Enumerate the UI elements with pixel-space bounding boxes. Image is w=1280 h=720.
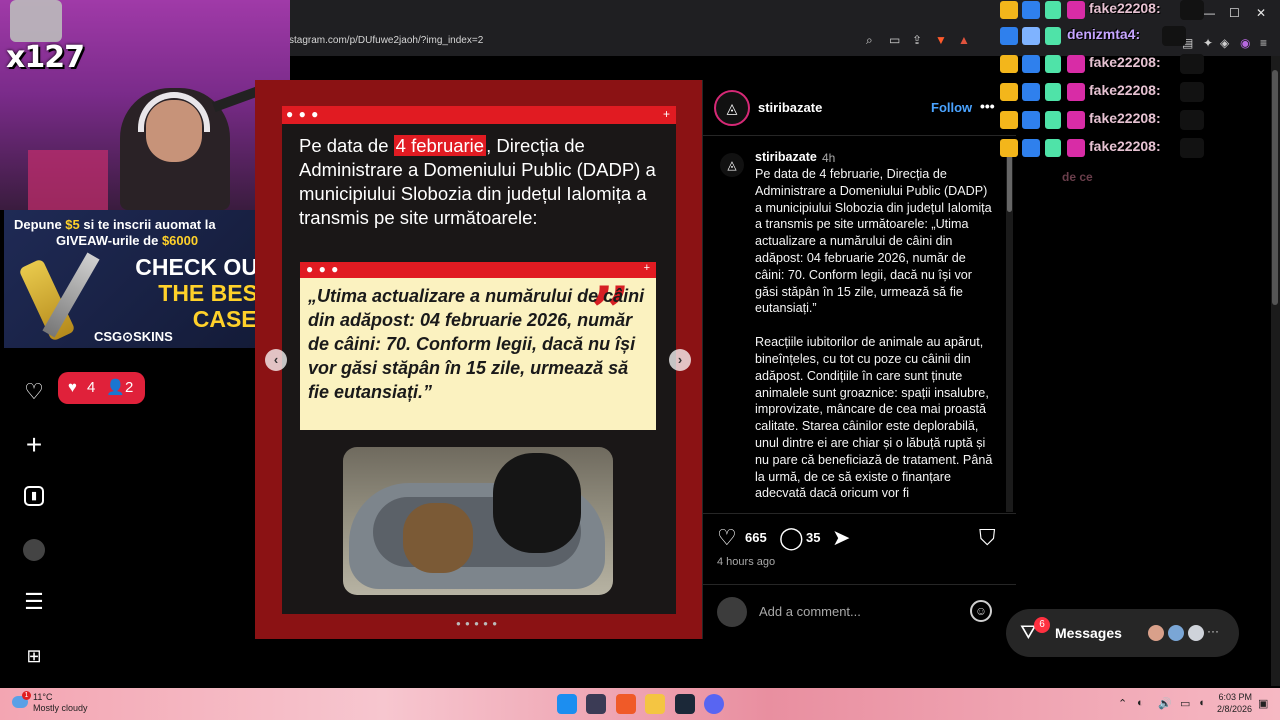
- address-bar[interactable]: stagram.com/p/DUfuwe2jaoh/?img_index=2: [289, 30, 979, 52]
- cast-icon[interactable]: ▭: [889, 33, 900, 47]
- steam-icon[interactable]: [675, 694, 695, 714]
- carousel-pager: ● ● ● ● ●: [456, 619, 499, 628]
- notification-icon[interactable]: ▣: [1258, 697, 1268, 710]
- caption-username[interactable]: stiribazate: [755, 150, 817, 164]
- card-dots: ● ● ●: [286, 107, 320, 121]
- weather-text: Mostly cloudy: [33, 703, 88, 713]
- save-icon[interactable]: ⛉: [979, 526, 996, 550]
- ad-line-1: Depune $5 si te inscrii auomat la: [14, 217, 216, 232]
- rewards-icon[interactable]: ▲: [958, 33, 970, 47]
- author-avatar[interactable]: ◬: [714, 90, 750, 126]
- chat-faded-message: de ce: [1062, 170, 1093, 184]
- comment-input[interactable]: Add a comment...: [759, 604, 861, 619]
- comment-count: 35: [806, 530, 821, 545]
- menu-icon[interactable]: ☰: [22, 590, 46, 614]
- chat-message: fake22208:: [1000, 0, 1280, 22]
- discord-icon[interactable]: [704, 694, 724, 714]
- heart-icon[interactable]: ♡: [22, 380, 46, 404]
- weather-badge: 1: [22, 691, 31, 700]
- volume-icon[interactable]: 🔊: [1158, 697, 1172, 710]
- tray-app-icon[interactable]: ◐: [1137, 697, 1144, 709]
- overlay-counter: x127: [6, 40, 85, 75]
- notification-popup[interactable]: ♥ 4 👤 2: [58, 372, 145, 404]
- overlay-avatar: [10, 0, 62, 42]
- apps-icon[interactable]: ⊞: [22, 644, 46, 668]
- ad-cta: CHECK OUT THE BEST CASES: [135, 254, 272, 332]
- clock-date: 2/8/2026: [1216, 704, 1252, 714]
- dog-photo: [343, 447, 613, 595]
- caption-paragraph-1: Pe data de 4 februarie, Direcția de Admi…: [755, 167, 992, 316]
- caption-time: 4h: [822, 151, 836, 165]
- share-icon[interactable]: ➤: [832, 526, 850, 550]
- taskbar: [0, 688, 1280, 720]
- tray-chevron-icon[interactable]: ⌃: [1118, 697, 1127, 710]
- chat-message: fake22208:: [1000, 54, 1280, 76]
- follow-button[interactable]: Follow: [931, 100, 972, 115]
- caption-avatar[interactable]: ◬: [720, 153, 744, 177]
- quote-dots: ● ● ●: [306, 262, 340, 276]
- sponsor-ad: Depune $5 si te inscrii auomat la GIVEAW…: [4, 210, 282, 348]
- emoji-icon[interactable]: ☺: [970, 600, 992, 622]
- weather-widget[interactable]: 11°C Mostly cloudy: [33, 692, 88, 714]
- divider: [703, 513, 1016, 514]
- divider: [703, 584, 1016, 585]
- display-icon[interactable]: ▭: [1180, 697, 1190, 710]
- quote-plus: +: [643, 262, 650, 274]
- caption-text: Pe data de 4 februarie, Direcția de Admi…: [755, 166, 993, 511]
- neon-sign: [28, 150, 108, 210]
- start-icon[interactable]: [557, 694, 577, 714]
- black-dog: [493, 453, 581, 553]
- chat-message: fake22208:: [1000, 110, 1280, 132]
- like-count: 4: [87, 379, 96, 396]
- ad-line-2: GIVEAW-urile de $6000: [56, 233, 199, 248]
- page-scroll-thumb[interactable]: [1272, 70, 1278, 305]
- message-avatar: [1186, 623, 1206, 643]
- message-avatar: [1146, 623, 1166, 643]
- profile-avatar[interactable]: [23, 539, 45, 561]
- dashboard-icon[interactable]: ▮: [24, 486, 44, 506]
- quote-text: „Utima actualizare a numărului de câini …: [308, 286, 645, 402]
- heart-icon: ♥: [68, 379, 77, 396]
- caption-paragraph-2: Reacțiile iubitorilor de animale au apăr…: [755, 335, 993, 501]
- zoom-icon[interactable]: ⌕: [866, 33, 873, 48]
- chat-message: fake22208:: [1000, 138, 1280, 160]
- messages-badge: 6: [1034, 617, 1050, 633]
- follow-count: 2: [125, 379, 134, 396]
- post-time-ago: 4 hours ago: [717, 556, 776, 568]
- system-clock[interactable]: 6:03 PM 2/8/2026: [1216, 691, 1252, 715]
- temperature: 11°C: [33, 692, 53, 702]
- messages-label: Messages: [1055, 625, 1122, 641]
- more-options-button[interactable]: •••: [980, 98, 995, 114]
- person-icon: 👤: [106, 379, 125, 396]
- post-card-topbar: ● ● ● +: [282, 106, 676, 124]
- file-explorer-icon[interactable]: [645, 694, 665, 714]
- chat-message: denizmta4:: [1000, 26, 1280, 48]
- ad-brand-logo: CSG⊙SKINS: [94, 329, 173, 344]
- share-icon[interactable]: ⇪: [912, 33, 922, 47]
- divider: [703, 135, 1016, 136]
- create-icon[interactable]: +: [22, 431, 46, 459]
- speaker-icon[interactable]: ◖: [1198, 697, 1205, 709]
- author-username[interactable]: stiribazate: [758, 100, 822, 115]
- message-avatar: [1166, 623, 1186, 643]
- prev-image-button[interactable]: ‹: [265, 349, 287, 371]
- task-view-icon[interactable]: [586, 694, 606, 714]
- brown-dog: [403, 503, 473, 573]
- comment-icon[interactable]: ◯: [779, 526, 804, 550]
- card-plus: +: [662, 107, 670, 121]
- next-image-button[interactable]: ›: [669, 349, 691, 371]
- chat-message: fake22208:: [1000, 82, 1280, 104]
- like-icon[interactable]: ♡: [717, 526, 737, 550]
- like-count[interactable]: 665: [745, 530, 767, 545]
- clock-time: 6:03 PM: [1218, 692, 1252, 702]
- post-headline: Pe data de 4 februarie, Direcția de Admi…: [299, 135, 656, 228]
- more-avatars: ···: [1207, 624, 1219, 638]
- brave-icon[interactable]: [616, 694, 636, 714]
- brave-shield-icon[interactable]: ▼: [935, 33, 947, 47]
- user-avatar: [717, 597, 747, 627]
